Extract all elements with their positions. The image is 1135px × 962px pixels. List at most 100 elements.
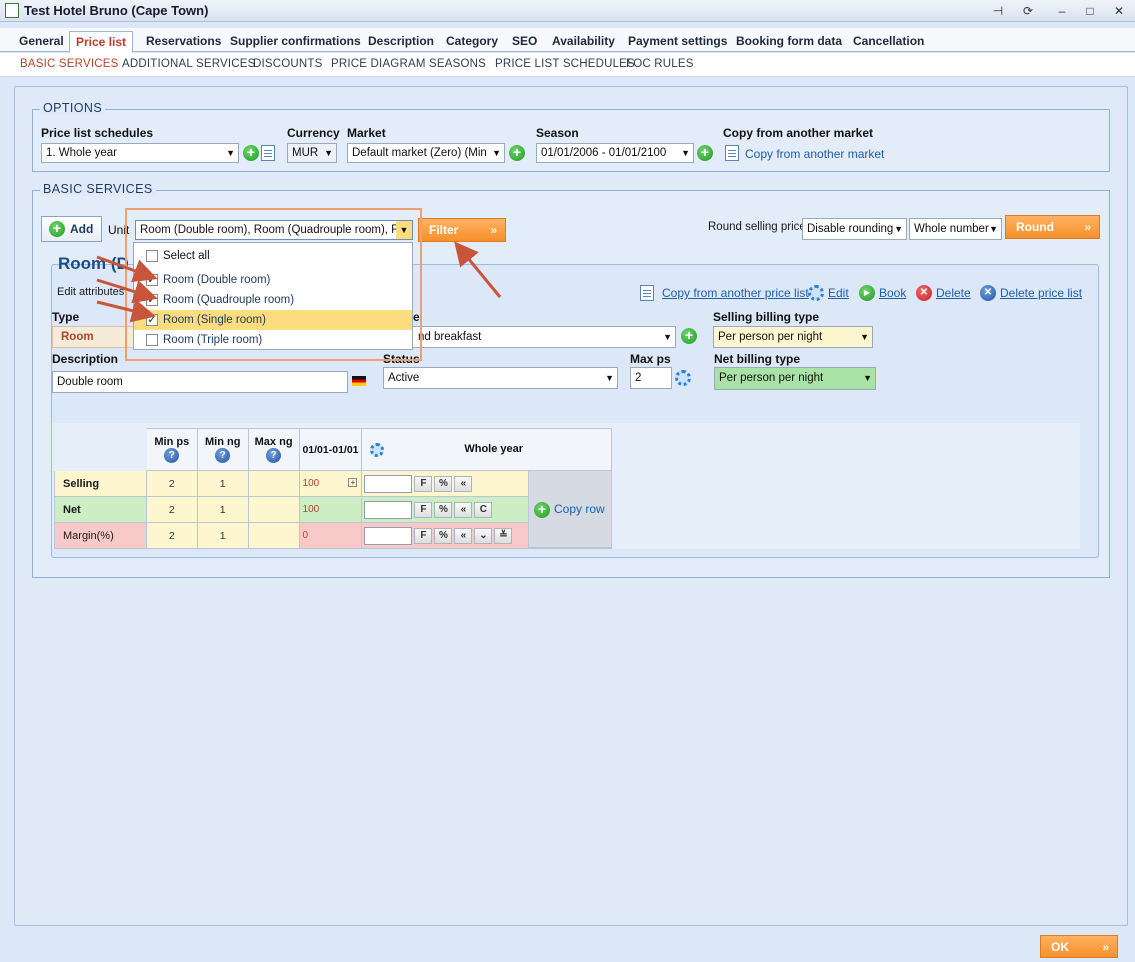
grid-cell[interactable] [247,470,300,497]
grid-cell[interactable]: 2 [145,522,198,549]
subtab-discounts[interactable]: DISCOUNTS [253,58,323,70]
tab-description[interactable]: Description [362,31,440,53]
add-button[interactable]: + Add [41,216,102,242]
board-select[interactable]: nd breakfast ▼ [383,326,676,348]
checkbox[interactable] [146,250,158,262]
dropdown-item-quadrouple-room[interactable]: ✓ Room (Quadrouple room) [134,290,412,310]
help-icon[interactable]: ? [266,448,282,463]
tab-price-list[interactable]: Price list [69,31,134,53]
selling-value-input[interactable] [364,474,413,493]
delete-price-list-link[interactable]: Delete price list [1000,286,1082,300]
status-select[interactable]: Active ▼ [383,367,618,389]
c-button[interactable]: C [474,502,493,519]
subtab-basic-services[interactable]: BASIC SERVICES [20,58,118,70]
number-select[interactable]: Whole number ▼ [909,218,1002,240]
grid-cell[interactable] [247,522,300,549]
dropdown-item-single-room[interactable]: ✓ Room (Single room) [134,310,412,330]
fixed-button[interactable]: F [414,528,433,545]
dropdown-item-double-room[interactable]: ✓ Room (Double room) [134,270,412,290]
ok-button[interactable]: OK» [1040,935,1118,958]
checkbox[interactable]: ✓ [146,274,158,286]
copy-schedule-icon[interactable] [261,145,275,161]
grid-price-cell[interactable]: 100 [298,496,363,523]
gear-icon[interactable] [808,285,824,301]
edit-link[interactable]: Edit [828,286,849,300]
maxps-gear-icon[interactable] [675,370,691,386]
double-down-icon[interactable]: ≚ [494,528,513,545]
add-market-icon[interactable]: + [509,145,525,161]
filter-button[interactable]: Filter» [418,218,506,242]
margin-value-input[interactable] [364,526,413,545]
book-icon[interactable]: ▶ [859,285,875,301]
tab-cancellation[interactable]: Cancellation [847,31,930,53]
maximize-icon[interactable]: □ [1082,3,1098,19]
flag-de-icon[interactable] [352,376,366,386]
description-input[interactable]: Double room [52,371,348,393]
back-button[interactable]: « [454,476,473,493]
tab-reservations[interactable]: Reservations [140,31,227,53]
tab-payment-settings[interactable]: Payment settings [622,31,733,53]
pin-icon[interactable]: ⊣ [990,3,1006,19]
grid-cell[interactable] [247,496,300,523]
round-button[interactable]: Round» [1005,215,1100,239]
add-board-icon[interactable]: + [681,328,697,344]
dropdown-item-triple-room[interactable]: Room (Triple room) [134,330,412,350]
refresh-icon[interactable]: ⟳ [1020,3,1036,19]
subtab-price-list-schedules[interactable]: PRICE LIST SCHEDULES [495,58,635,70]
grid-cell[interactable]: 1 [196,522,249,549]
currency-select[interactable]: MUR ▼ [287,143,337,163]
percent-button[interactable]: % [434,502,453,519]
expand-icon[interactable]: + [348,478,358,487]
minimize-icon[interactable]: – [1054,3,1070,19]
rounding-select[interactable]: Disable rounding ▼ [802,218,907,240]
tab-supplier-confirmations[interactable]: Supplier confirmations [224,31,367,53]
grid-cell[interactable]: 2 [145,496,198,523]
subtab-price-diagram[interactable]: PRICE DIAGRAM [331,58,426,70]
net-value-input[interactable] [364,500,413,519]
delete-icon[interactable]: ✕ [916,285,932,301]
season-gear-icon[interactable] [370,442,385,457]
copy-price-list-icon[interactable] [640,285,654,301]
subtab-additional-services[interactable]: ADDITIONAL SERVICES [122,58,256,70]
subtab-seasons[interactable]: SEASONS [429,58,486,70]
tab-booking-form-data[interactable]: Booking form data [730,31,848,53]
tab-general[interactable]: General [13,31,70,53]
delete-link[interactable]: Delete [936,286,971,300]
add-schedule-icon[interactable]: + [243,145,259,161]
schedules-select[interactable]: 1. Whole year ▼ [41,143,239,163]
copy-row-link[interactable]: Copy row [554,502,605,516]
tab-seo[interactable]: SEO [506,31,543,53]
selling-billing-select[interactable]: Per person per night ▼ [713,326,873,348]
copy-row-icon[interactable]: + [534,502,550,518]
season-select[interactable]: 01/01/2006 - 01/01/2100 ▼ [536,143,694,163]
copy-market-link[interactable]: Copy from another market [745,147,884,161]
delete-price-list-icon[interactable]: ✕ [980,285,996,301]
unit-dropdown-arrow[interactable]: ▼ [396,221,412,239]
dropdown-select-all[interactable]: Select all [134,246,412,266]
grid-price-cell[interactable]: 100 + [298,470,363,497]
back-button[interactable]: « [454,528,473,545]
book-link[interactable]: Book [879,286,906,300]
subtab-foc-rules[interactable]: FOC RULES [626,58,694,70]
close-icon[interactable]: ✕ [1111,3,1127,19]
tab-availability[interactable]: Availability [546,31,621,53]
tab-category[interactable]: Category [440,31,504,53]
checkbox[interactable] [146,334,158,346]
grid-price-cell[interactable]: 0 [298,522,363,549]
copy-market-icon[interactable] [725,145,739,161]
help-icon[interactable]: ? [164,448,180,463]
checkbox[interactable]: ✓ [146,314,158,326]
fixed-button[interactable]: F [414,476,433,493]
down-icon[interactable]: ⌄ [474,528,493,545]
maxps-input[interactable]: 2 [630,367,672,389]
back-button[interactable]: « [454,502,473,519]
market-select[interactable]: Default market (Zero) (Min ▼ [347,143,505,163]
grid-cell[interactable]: 1 [196,496,249,523]
checkbox[interactable]: ✓ [146,294,158,306]
percent-button[interactable]: % [434,528,453,545]
fixed-button[interactable]: F [414,502,433,519]
unit-select[interactable]: Room (Double room), Room (Quadrouple roo… [135,220,413,240]
net-billing-select[interactable]: Per person per night ▼ [714,367,876,390]
add-season-icon[interactable]: + [697,145,713,161]
grid-cell[interactable]: 2 [145,470,198,497]
